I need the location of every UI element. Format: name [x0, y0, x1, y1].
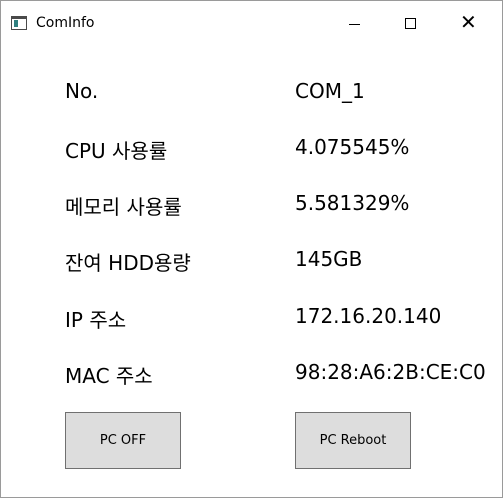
minimize-button[interactable] [326, 1, 384, 46]
maximize-button[interactable] [384, 1, 442, 46]
label-hdd-remaining: 잔여 HDD용량 [65, 251, 191, 275]
pc-off-button[interactable]: PC OFF [65, 412, 181, 469]
maximize-icon [405, 18, 416, 29]
close-button[interactable]: ✕ [442, 1, 500, 46]
label-mac-address: MAC 주소 [65, 364, 153, 388]
app-window-icon [11, 16, 27, 30]
value-memory-usage: 5.581329% [295, 191, 410, 215]
window-title: ComInfo [36, 15, 95, 31]
cominfo-window: ComInfo ✕ No. COM_1 CPU 사용률 4.075545% 메모… [0, 0, 503, 498]
pc-reboot-button[interactable]: PC Reboot [295, 412, 411, 469]
value-no: COM_1 [295, 79, 365, 103]
label-ip-address: IP 주소 [65, 308, 127, 332]
close-icon: ✕ [460, 10, 477, 34]
value-cpu-usage: 4.075545% [295, 135, 410, 159]
value-hdd-remaining: 145GB [295, 247, 363, 271]
label-no: No. [65, 79, 99, 103]
title-bar[interactable]: ComInfo ✕ [1, 1, 502, 46]
label-memory-usage: 메모리 사용률 [65, 195, 182, 219]
value-ip-address: 172.16.20.140 [295, 304, 442, 328]
value-mac-address: 98:28:A6:2B:CE:C0 [295, 360, 486, 384]
label-cpu-usage: CPU 사용률 [65, 139, 168, 163]
minimize-icon [349, 24, 360, 25]
